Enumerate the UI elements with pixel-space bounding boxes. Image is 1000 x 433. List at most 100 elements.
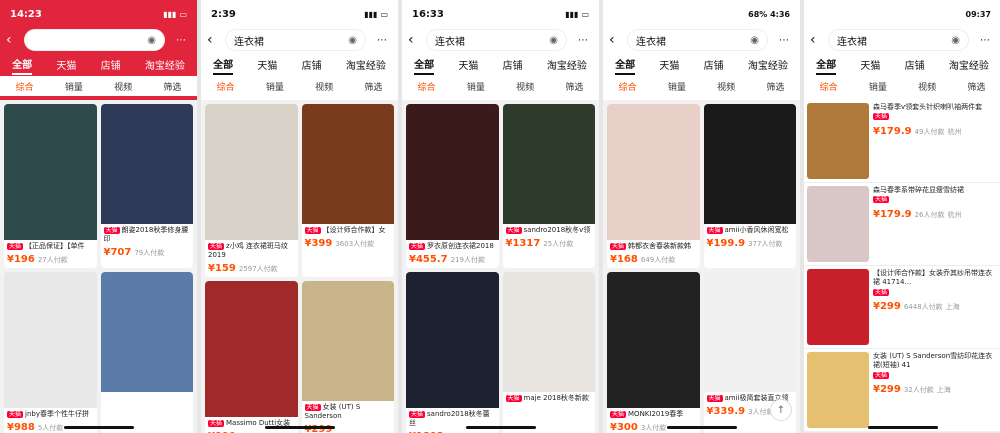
tab-2[interactable]: 店铺 xyxy=(704,55,724,74)
back-arrow-icon[interactable]: ‹ xyxy=(207,32,219,48)
filter-sort[interactable]: 综合 xyxy=(619,80,637,93)
product-image[interactable] xyxy=(4,272,97,409)
camera-icon[interactable]: ◉ xyxy=(549,35,558,46)
tab-3[interactable]: 淘宝经验 xyxy=(145,55,185,74)
filter-sort[interactable]: 综合 xyxy=(418,80,436,93)
search-input[interactable]: 连衣裙 ◉ xyxy=(426,29,567,51)
product-image[interactable] xyxy=(703,104,796,224)
filter-sales[interactable]: 销量 xyxy=(266,80,284,93)
product-card[interactable]: 天猫 【设计师合作款】女 ¥399 3603人付款 xyxy=(301,104,394,277)
product-card[interactable]: 天猫 MONKI2019春季 ¥300 3人付款 xyxy=(607,272,700,433)
more-menu-icon[interactable]: ⋯ xyxy=(573,30,593,50)
filter-video[interactable]: 视频 xyxy=(315,80,333,93)
search-input[interactable]: 连衣裙 ◉ xyxy=(24,29,165,51)
product-image[interactable] xyxy=(100,272,193,393)
more-menu-icon[interactable]: ⋯ xyxy=(975,30,995,50)
tab-0[interactable]: 全部 xyxy=(12,54,33,75)
list-item[interactable]: 森马春季v领套头针织喇叭袖两件套 天猫 ¥179.9 49人付款 杭州 xyxy=(804,100,1000,183)
tab-1[interactable]: 天猫 xyxy=(458,55,478,74)
product-card[interactable]: 天猫 maje 2018秋冬新款 xyxy=(502,272,595,433)
filter-sort[interactable]: 综合 xyxy=(16,80,34,93)
back-arrow-icon[interactable]: ‹ xyxy=(408,32,420,48)
search-input[interactable]: 连衣裙 ◉ xyxy=(627,29,768,51)
product-image[interactable] xyxy=(502,272,595,393)
list-item[interactable]: 女装 (UT) S Sanderson雪纺印花连衣裙(短袖) 41 天猫 ¥299 3… xyxy=(804,349,1000,432)
product-card[interactable] xyxy=(100,272,193,433)
tab-2[interactable]: 店铺 xyxy=(503,55,523,74)
tab-1[interactable]: 天猫 xyxy=(56,55,76,74)
tab-3[interactable]: 淘宝经验 xyxy=(748,55,788,74)
search-input[interactable]: 连衣裙 ◉ xyxy=(225,29,366,51)
product-card[interactable]: 天猫sandro2018秋冬蕾丝¥189232人付款 xyxy=(406,272,499,433)
filter-sales[interactable]: 销量 xyxy=(668,80,686,93)
product-image[interactable] xyxy=(807,269,869,345)
product-image[interactable] xyxy=(502,104,595,224)
product-card[interactable]: 天猫 韩都衣舍春装新款韩 ¥168 649人付款 xyxy=(607,104,700,269)
product-card[interactable]: 天猫 amii小香风休闲宽松 ¥199.9 377人付款 xyxy=(703,104,796,269)
filter-sort[interactable]: 综合 xyxy=(820,80,838,93)
filter-video[interactable]: 视频 xyxy=(918,80,936,93)
search-input[interactable]: 连衣裙 ◉ xyxy=(828,29,969,51)
filter-filter[interactable]: 筛选 xyxy=(766,80,784,93)
product-card[interactable]: 天猫女装 (UT) S Sanderson¥299 xyxy=(301,281,394,433)
product-image[interactable] xyxy=(406,272,499,409)
tab-2[interactable]: 店铺 xyxy=(302,55,322,74)
product-card[interactable]: 天猫 jnby春季个性牛仔拼 ¥988 5人付款 xyxy=(4,272,97,433)
product-image[interactable] xyxy=(807,352,869,428)
tab-0[interactable]: 全部 xyxy=(816,54,837,75)
tab-2[interactable]: 店铺 xyxy=(101,55,121,74)
product-image[interactable] xyxy=(607,104,700,240)
tab-3[interactable]: 淘宝经验 xyxy=(547,55,587,74)
filter-sort[interactable]: 综合 xyxy=(217,80,235,93)
filter-filter[interactable]: 筛选 xyxy=(565,80,583,93)
filter-sales[interactable]: 销量 xyxy=(65,80,83,93)
tab-1[interactable]: 天猫 xyxy=(257,55,277,74)
tab-1[interactable]: 天猫 xyxy=(659,55,679,74)
filter-video[interactable]: 视频 xyxy=(516,80,534,93)
product-image[interactable] xyxy=(301,104,394,224)
tab-2[interactable]: 店铺 xyxy=(905,55,925,74)
product-image[interactable] xyxy=(205,104,298,240)
product-card[interactable]: 天猫 罗衣原创连衣裙2018 ¥455.7 219人付款 xyxy=(406,104,499,269)
camera-icon[interactable]: ◉ xyxy=(951,35,960,46)
filter-filter[interactable]: 筛选 xyxy=(364,80,382,93)
product-image[interactable] xyxy=(807,103,869,179)
back-arrow-icon[interactable]: ‹ xyxy=(810,32,822,48)
product-image[interactable] xyxy=(607,272,700,409)
back-arrow-icon[interactable]: ‹ xyxy=(609,32,621,48)
filter-filter[interactable]: 筛选 xyxy=(967,80,985,93)
filter-sales[interactable]: 销量 xyxy=(467,80,485,93)
back-to-top-icon[interactable]: ↑ xyxy=(770,399,792,421)
list-item[interactable]: 【设计师合作款】女装乔其纱吊带连衣裙 41714... 天猫 ¥299 6448人付款… xyxy=(804,266,1000,349)
product-image[interactable] xyxy=(703,272,796,393)
filter-video[interactable]: 视频 xyxy=(717,80,735,93)
filter-filter[interactable]: 筛选 xyxy=(163,80,181,93)
product-image[interactable] xyxy=(205,281,298,417)
tab-1[interactable]: 天猫 xyxy=(860,55,880,74)
product-card[interactable]: 天猫 z小鸡 连衣裙斑马纹 2019 ¥159 2597人付款 xyxy=(205,104,298,277)
tab-3[interactable]: 淘宝经验 xyxy=(949,55,989,74)
product-card[interactable]: 天猫 朗姿2018秋季修身腰印 ¥707 79人付款 xyxy=(100,104,193,269)
product-image[interactable] xyxy=(100,104,193,224)
more-menu-icon[interactable]: ⋯ xyxy=(171,30,191,50)
product-card[interactable]: 天猫 【正品保证】【单件 ¥196 27人付款 xyxy=(4,104,97,269)
camera-icon[interactable]: ◉ xyxy=(348,35,357,46)
product-card[interactable]: 天猫Massimo Dutti女装¥990128人付款 xyxy=(205,281,298,433)
tab-0[interactable]: 全部 xyxy=(615,54,636,75)
camera-icon[interactable]: ◉ xyxy=(750,35,759,46)
product-card[interactable]: 天猫 sandro2018秋冬v领 ¥1317 25人付款 xyxy=(502,104,595,269)
list-item[interactable]: 森马春季系带碎花显瘦雪纺裙 天猫 ¥179.9 26人付款 杭州 xyxy=(804,183,1000,266)
back-arrow-icon[interactable]: ‹ xyxy=(6,32,18,48)
product-image[interactable] xyxy=(807,186,869,262)
more-menu-icon[interactable]: ⋯ xyxy=(372,30,392,50)
product-image[interactable] xyxy=(406,104,499,240)
tab-0[interactable]: 全部 xyxy=(414,54,435,75)
tab-0[interactable]: 全部 xyxy=(213,54,234,75)
product-image[interactable] xyxy=(301,281,394,401)
more-menu-icon[interactable]: ⋯ xyxy=(774,30,794,50)
product-image[interactable] xyxy=(4,104,97,240)
tab-3[interactable]: 淘宝经验 xyxy=(346,55,386,74)
filter-video[interactable]: 视频 xyxy=(114,80,132,93)
filter-sales[interactable]: 销量 xyxy=(869,80,887,93)
camera-icon[interactable]: ◉ xyxy=(147,35,156,46)
